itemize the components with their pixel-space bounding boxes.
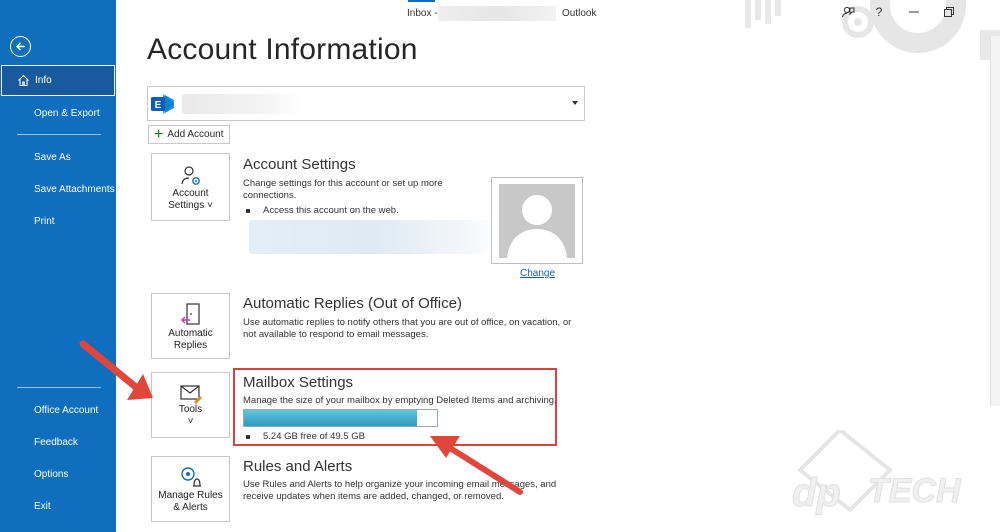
background-decoration bbox=[745, 0, 1000, 60]
add-account-button[interactable]: + Add Account bbox=[148, 125, 230, 144]
svg-text:dp: dp bbox=[792, 471, 841, 515]
sidebar-item-label: Feedback bbox=[34, 436, 78, 448]
sidebar-item-save-as[interactable]: Save As bbox=[0, 143, 116, 171]
tile-label: & Alerts bbox=[173, 502, 208, 513]
rules-alerts-title: Rules and Alerts bbox=[243, 458, 353, 475]
sidebar-item-label: Save Attachments bbox=[34, 183, 115, 195]
dp-tech-watermark-logo: dp TECH bbox=[792, 430, 963, 516]
account-settings-description: Change settings for this account or set … bbox=[243, 178, 443, 201]
restore-icon[interactable] bbox=[941, 4, 957, 20]
mailbox-settings-description: Manage the size of your mailbox by empty… bbox=[243, 395, 557, 406]
help-glyph: ? bbox=[875, 5, 883, 19]
back-arrow-icon bbox=[15, 42, 25, 51]
sidebar-item-label: Options bbox=[34, 468, 69, 480]
tile-label: Settings ˅ bbox=[168, 200, 213, 211]
titlebar-inbox-prefix: Inbox - bbox=[407, 8, 438, 19]
chevron-down-icon bbox=[572, 101, 578, 105]
scrollbar[interactable] bbox=[990, 36, 1000, 406]
help-icon[interactable]: ? bbox=[871, 4, 887, 20]
account-settings-tile[interactable]: Account Settings ˅ bbox=[151, 153, 230, 221]
account-settings-title: Account Settings bbox=[243, 156, 356, 173]
sidebar-item-open-export[interactable]: Open & Export bbox=[0, 99, 116, 127]
sidebar-item-label: Print bbox=[34, 215, 55, 227]
plus-icon: + bbox=[154, 125, 164, 143]
sidebar-item-office-account[interactable]: Office Account bbox=[0, 396, 116, 424]
person-silhouette-icon bbox=[507, 195, 567, 258]
account-email-redacted bbox=[182, 94, 302, 114]
automatic-replies-icon bbox=[180, 303, 200, 325]
change-photo-link[interactable]: Change bbox=[520, 268, 555, 279]
sidebar-item-options[interactable]: Options bbox=[0, 460, 116, 488]
exchange-logo-icon: E bbox=[151, 94, 174, 114]
tools-tile[interactable]: Tools ˅ bbox=[151, 372, 230, 438]
automatic-replies-title: Automatic Replies (Out of Office) bbox=[243, 295, 462, 312]
tile-label: Replies bbox=[173, 340, 208, 351]
sidebar-item-save-attachments[interactable]: Save Attachments bbox=[0, 175, 116, 203]
tile-label: Automatic bbox=[168, 328, 213, 339]
sidebar-item-label: Office Account bbox=[34, 404, 99, 416]
sidebar-item-exit[interactable]: Exit bbox=[0, 492, 116, 520]
account-settings-icon bbox=[180, 166, 200, 185]
web-access-url-redacted[interactable] bbox=[249, 220, 499, 254]
sidebar-item-feedback[interactable]: Feedback bbox=[0, 428, 116, 456]
titlebar-account-redacted bbox=[438, 6, 556, 21]
mailbox-tools-icon bbox=[179, 385, 202, 404]
account-settings-bullet: Access this account on the web. bbox=[246, 205, 399, 216]
page-title: Account Information bbox=[147, 33, 418, 66]
tile-label: Account bbox=[172, 188, 209, 199]
add-account-label: Add Account bbox=[167, 129, 224, 140]
profile-photo[interactable] bbox=[491, 177, 583, 264]
rules-alerts-icon bbox=[180, 467, 201, 487]
mailbox-quota-fill bbox=[244, 410, 417, 426]
backstage-sidebar: Info Open & Export Save As Save Attachme… bbox=[0, 0, 116, 532]
mailbox-quota-bar bbox=[243, 409, 438, 427]
home-icon bbox=[18, 74, 29, 87]
automatic-replies-tile[interactable]: Automatic Replies bbox=[151, 293, 230, 359]
sidebar-item-label: Exit bbox=[34, 500, 51, 512]
titlebar-accent bbox=[408, 0, 435, 2]
sidebar-item-print[interactable]: Print bbox=[0, 207, 116, 235]
svg-text:TECH: TECH bbox=[868, 472, 962, 510]
chevron-down-icon: ˅ bbox=[187, 416, 194, 427]
tile-label: Manage Rules bbox=[158, 490, 223, 501]
sidebar-divider bbox=[17, 134, 101, 135]
mailbox-quota-text: 5.24 GB free of 49.5 GB bbox=[246, 431, 365, 442]
mailbox-settings-title: Mailbox Settings bbox=[243, 374, 354, 391]
exchange-logo-letter: E bbox=[155, 100, 162, 111]
back-button[interactable] bbox=[10, 36, 31, 57]
titlebar-app-name: Outlook bbox=[562, 8, 597, 19]
automatic-replies-description: Use automatic replies to notify others t… bbox=[243, 317, 572, 340]
rules-alerts-description: Use Rules and Alerts to help organize yo… bbox=[243, 479, 557, 502]
tile-label: Tools bbox=[178, 404, 203, 415]
account-dropdown[interactable]: E bbox=[147, 86, 585, 121]
sidebar-divider bbox=[17, 387, 101, 388]
manage-rules-alerts-tile[interactable]: Manage Rules & Alerts bbox=[151, 456, 230, 522]
feedback-icon[interactable] bbox=[840, 4, 856, 20]
sidebar-item-info[interactable]: Info bbox=[1, 65, 115, 96]
sidebar-item-label: Save As bbox=[34, 151, 71, 163]
minimize-icon[interactable] bbox=[906, 4, 922, 20]
sidebar-item-label: Open & Export bbox=[34, 107, 100, 119]
